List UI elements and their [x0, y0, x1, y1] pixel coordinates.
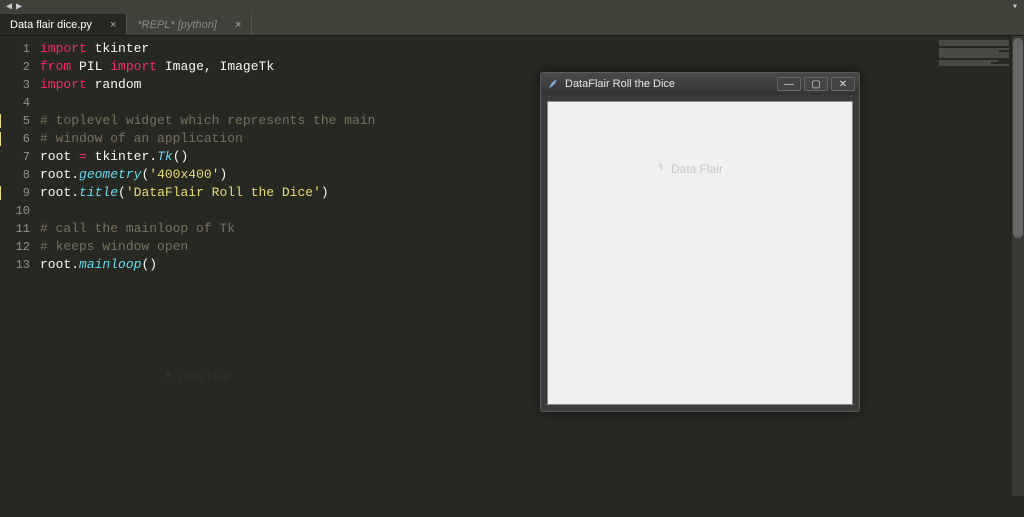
maximize-button[interactable]: ▢ — [804, 77, 828, 91]
line-number: 9 — [0, 184, 30, 202]
tk-feather-icon — [547, 78, 559, 90]
close-button[interactable]: ✕ — [831, 77, 855, 91]
line-number: 1 — [0, 40, 30, 58]
line-number-gutter: 12345678910111213 — [0, 36, 40, 517]
code-line[interactable] — [40, 94, 1024, 112]
code-line[interactable]: # keeps window open — [40, 238, 1024, 256]
line-number: 8 — [0, 166, 30, 184]
menu-dropdown-icon[interactable]: ▾ — [1012, 1, 1018, 13]
line-number: 2 — [0, 58, 30, 76]
code-line[interactable]: from PIL import Image, ImageTk — [40, 58, 1024, 76]
tab-repl[interactable]: *REPL* [python] × — [127, 14, 252, 35]
line-number: 10 — [0, 202, 30, 220]
line-number: 11 — [0, 220, 30, 238]
line-number: 5 — [0, 112, 30, 130]
flame-icon — [160, 370, 174, 384]
tab-label: *REPL* [python] — [137, 19, 217, 31]
line-number: 12 — [0, 238, 30, 256]
close-icon[interactable]: × — [235, 19, 241, 31]
editor-pane: 12345678910111213 import tkinterfrom PIL… — [0, 36, 1024, 517]
line-number: 7 — [0, 148, 30, 166]
code-line[interactable]: import random — [40, 76, 1024, 94]
nav-arrows: ◀ ▶ — [6, 1, 22, 13]
code-line[interactable]: import tkinter — [40, 40, 1024, 58]
tk-titlebar[interactable]: DataFlair Roll the Dice — ▢ ✕ — [541, 73, 859, 95]
code-area[interactable]: import tkinterfrom PIL import Image, Ima… — [40, 36, 1024, 517]
line-number: 4 — [0, 94, 30, 112]
tab-bar: Data flair dice.py × *REPL* [python] × — [0, 14, 1024, 36]
history-forward-icon[interactable]: ▶ — [16, 1, 22, 13]
code-line[interactable]: # call the mainloop of Tk — [40, 220, 1024, 238]
tk-window-title: DataFlair Roll the Dice — [565, 78, 777, 90]
flame-icon — [653, 162, 667, 176]
watermark-text: Data Flair — [178, 370, 230, 384]
scrollbar-thumb[interactable] — [1013, 38, 1023, 238]
close-icon[interactable]: × — [110, 19, 116, 31]
tk-window-controls: — ▢ ✕ — [777, 77, 855, 91]
tab-label: Data flair dice.py — [10, 19, 92, 31]
line-number: 3 — [0, 76, 30, 94]
watermark-text: Data Flair — [671, 162, 723, 176]
tk-client-area: Data Flair — [547, 101, 853, 405]
watermark: Data Flair — [160, 370, 230, 384]
editor-top-bar: ◀ ▶ ▾ — [0, 0, 1024, 14]
tab-file-active[interactable]: Data flair dice.py × — [0, 14, 127, 35]
minimize-button[interactable]: — — [777, 77, 801, 91]
watermark: Data Flair — [653, 162, 957, 176]
code-line[interactable]: root.title('DataFlair Roll the Dice') — [40, 184, 1024, 202]
code-line[interactable] — [40, 202, 1024, 220]
minimap[interactable] — [939, 40, 1009, 80]
tkinter-window[interactable]: DataFlair Roll the Dice — ▢ ✕ Data Flair — [540, 72, 860, 412]
code-line[interactable]: # window of an application — [40, 130, 1024, 148]
vertical-scrollbar[interactable] — [1012, 36, 1024, 496]
line-number: 6 — [0, 130, 30, 148]
history-back-icon[interactable]: ◀ — [6, 1, 12, 13]
code-line[interactable]: # toplevel widget which represents the m… — [40, 112, 1024, 130]
code-line[interactable]: root.mainloop() — [40, 256, 1024, 274]
line-number: 13 — [0, 256, 30, 274]
